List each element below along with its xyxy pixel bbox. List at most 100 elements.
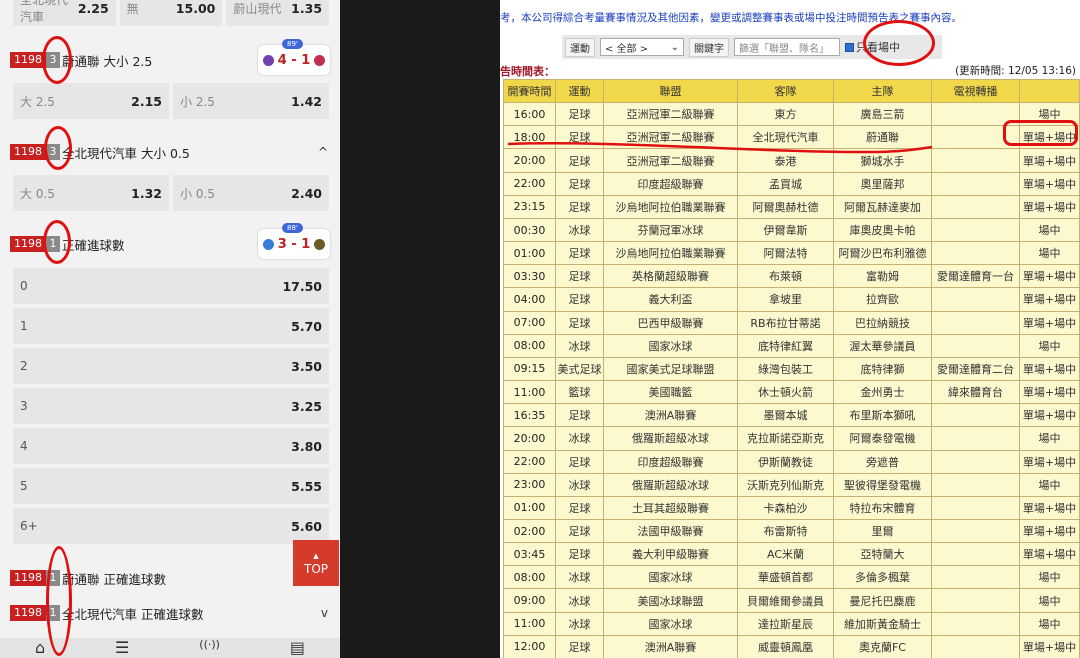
table-cell: 09:15: [503, 356, 556, 382]
team-logo-icon: [262, 238, 274, 250]
chevron-up-icon[interactable]: ^: [318, 145, 328, 159]
table-cell: 單場+場中: [1019, 403, 1080, 428]
correct-goals-option-6plus[interactable]: 6+ 5.60: [13, 508, 329, 544]
table-cell: 拿坡里: [737, 287, 834, 312]
table-cell: [931, 588, 1020, 613]
table-cell: 愛爾達體育二台: [931, 356, 1020, 382]
table-cell: 俄羅斯超級冰球: [603, 426, 738, 451]
market-header-ou25[interactable]: 1198 3 蔚通聯 大小 2.5 89' 4 - 1: [0, 39, 340, 78]
table-cell: 足球: [555, 495, 604, 520]
home-icon[interactable]: ⌂: [35, 638, 45, 657]
under-25-button[interactable]: 小 2.5 1.42: [173, 83, 329, 119]
table-row[interactable]: 20:00 冰球 俄羅斯超級冰球 克拉斯諾亞斯克 阿爾泰發電機 場中: [503, 426, 1080, 451]
correct-goals-option-0[interactable]: 0 17.50: [13, 268, 329, 304]
correct-goals-option-1[interactable]: 1 5.70: [13, 308, 329, 344]
table-row[interactable]: 03:30 足球 英格蘭超級聯賽 布萊頓 富勒姆 愛爾達體育一台 單場+場中: [503, 264, 1080, 289]
market-id-badge: 1198 1: [10, 605, 60, 621]
table-row[interactable]: 04:00 足球 義大利盃 拿坡里 拉齊歐 單場+場中: [503, 287, 1080, 312]
draw-odd-button[interactable]: 無 15.00: [119, 0, 223, 26]
correct-goals-option-5[interactable]: 5 5.55: [13, 468, 329, 504]
table-row[interactable]: 03:45 足球 義大利甲級聯賽 AC米蘭 亞特蘭大 單場+場中: [503, 542, 1080, 567]
table-cell: 威靈頓鳳凰: [737, 634, 834, 658]
correct-goals-option-4[interactable]: 4 3.80: [13, 428, 329, 464]
table-cell: 印度超級聯賽: [603, 449, 738, 474]
annotation-underline: [507, 142, 933, 154]
ou25-odds-row: 大 2.5 2.15 小 2.5 1.42: [13, 83, 329, 119]
table-cell: 單場+場中: [1019, 518, 1080, 544]
market-header-correct-goals[interactable]: 1198 1 正確進球數 88' 3 - 1: [0, 223, 340, 262]
screenshot-root: 全北現代汽車 2.25 無 15.00 蔚山現代 1.35 1198 3 蔚通聯 大小 …: [0, 0, 1080, 658]
table-cell: 22:00: [503, 171, 556, 196]
over-05-button[interactable]: 大 0.5 1.32: [13, 175, 169, 211]
market-header-team2-correct-goals[interactable]: 1198 1 全北現代汽車 正確進球數 v: [0, 595, 340, 631]
table-cell: 阿爾法特: [737, 241, 834, 266]
table-row[interactable]: 11:00 冰球 國家冰球 達拉斯星辰 維加斯黃金騎士 場中: [503, 611, 1080, 636]
table-cell: 國家冰球: [603, 611, 738, 636]
table-cell: 03:45: [503, 542, 556, 567]
table-cell: 03:30: [503, 264, 556, 289]
table-row[interactable]: 12:00 足球 澳洲A聯賽 威靈頓鳳凰 奧克蘭FC 單場+場中: [503, 634, 1080, 658]
table-row[interactable]: 23:15 足球 沙烏地阿拉伯職業聯賽 阿爾奧赫杜德 阿爾瓦赫達麥加 單場+場中: [503, 194, 1080, 219]
back-to-top-button[interactable]: ▲ TOP: [293, 540, 339, 586]
table-cell: 旁遮普: [833, 449, 932, 474]
table-cell: 場中: [1019, 217, 1080, 243]
table-cell: 美式足球: [555, 356, 604, 382]
live-icon[interactable]: ((·)): [199, 638, 220, 651]
correct-goals-option-3[interactable]: 3 3.25: [13, 388, 329, 424]
table-cell: 底特律獅: [833, 356, 932, 382]
table-cell: 足球: [555, 518, 604, 544]
menu-icon[interactable]: ☰: [115, 638, 129, 657]
table-cell: 單場+場中: [1019, 287, 1080, 312]
table-cell: 足球: [555, 264, 604, 289]
table-row[interactable]: 23:00 冰球 俄羅斯超級冰球 沃斯克列仙斯克 聖彼得堡發電機 場中: [503, 472, 1080, 497]
table-cell: 沃斯克列仙斯克: [737, 472, 834, 497]
table-cell: 庫奧皮奧卡帕: [833, 217, 932, 243]
under-05-button[interactable]: 小 0.5 2.40: [173, 175, 329, 211]
table-row[interactable]: 02:00 足球 法國甲級聯賽 布雷斯特 里爾 單場+場中: [503, 518, 1080, 544]
table-cell: 布萊頓: [737, 264, 834, 289]
table-cell: 23:15: [503, 194, 556, 219]
table-cell: 澳洲A聯賽: [603, 403, 738, 428]
table-row[interactable]: 09:15 美式足球 國家美式足球聯盟 綠灣包裝工 底特律獅 愛爾達體育二台 單場+場中: [503, 356, 1080, 382]
chevron-down-icon[interactable]: v: [321, 606, 328, 620]
table-cell: [931, 241, 1020, 266]
table-cell: 場中: [1019, 611, 1080, 636]
table-row[interactable]: 09:00 冰球 美國冰球聯盟 貝爾維爾參議員 曼尼托巴麋鹿 場中: [503, 588, 1080, 613]
table-cell: 聖彼得堡發電機: [833, 472, 932, 497]
table-cell: [931, 611, 1020, 636]
table-cell: 冰球: [555, 426, 604, 451]
table-row[interactable]: 01:00 足球 土耳其超級聯賽 卡森柏沙 特拉布宋體育 單場+場中: [503, 495, 1080, 520]
over-25-button[interactable]: 大 2.5 2.15: [13, 83, 169, 119]
table-row[interactable]: 22:00 足球 印度超級聯賽 伊斯蘭教徒 旁遮普 單場+場中: [503, 449, 1080, 474]
live-score-box: 89' 4 - 1: [258, 39, 330, 75]
table-row[interactable]: 08:00 冰球 國家冰球 底特律紅翼 渥太華參議員 場中: [503, 333, 1080, 358]
table-row[interactable]: 01:00 足球 沙烏地阿拉伯職業聯賽 阿爾法特 阿爾沙巴布利雅德 場中: [503, 241, 1080, 266]
table-cell: 渥太華參議員: [833, 333, 932, 358]
correct-goals-option-2[interactable]: 2 3.50: [13, 348, 329, 384]
table-row[interactable]: 22:00 足球 印度超級聯賽 孟買城 奧里薩邦 單場+場中: [503, 171, 1080, 196]
table-cell: 伊斯蘭教徒: [737, 449, 834, 474]
table-cell: 伊爾韋斯: [737, 217, 834, 243]
table-row[interactable]: 00:30 冰球 芬蘭冠軍冰球 伊爾韋斯 庫奧皮奧卡帕 場中: [503, 217, 1080, 243]
table-row[interactable]: 16:35 足球 澳洲A聯賽 墨爾本城 布里斯本獅吼 單場+場中: [503, 403, 1080, 428]
table-row[interactable]: 11:00 籃球 美國職籃 休士頓火箭 金州勇士 緯來體育台 單場+場中: [503, 380, 1080, 405]
table-cell: 20:00: [503, 426, 556, 451]
market-id-badge: 1198 3: [10, 144, 60, 160]
table-row[interactable]: 07:00 足球 巴西甲級聯賽 RB布拉甘蒂諾 巴拉納競技 單場+場中: [503, 310, 1080, 335]
table-cell: 足球: [555, 634, 604, 658]
table-cell: [931, 171, 1020, 196]
home-odd-button[interactable]: 全北現代汽車 2.25: [13, 0, 116, 26]
market-id-badge: 1198 1: [10, 570, 60, 586]
market-header-ou05[interactable]: 1198 3 全北現代汽車 大小 0.5 ^: [0, 134, 340, 170]
table-cell: 義大利甲級聯賽: [603, 542, 738, 567]
table-cell: 籃球: [555, 380, 604, 405]
match-result-odds-row: 全北現代汽車 2.25 無 15.00 蔚山現代 1.35: [13, 0, 330, 26]
betslip-icon[interactable]: ▤: [290, 638, 305, 657]
table-cell: 孟買城: [737, 171, 834, 196]
away-odd-button[interactable]: 蔚山現代 1.35: [226, 0, 330, 26]
table-row[interactable]: 08:00 冰球 國家冰球 華盛頓首都 多倫多楓葉 場中: [503, 565, 1080, 590]
market-id-badge: 1198 3: [10, 52, 60, 68]
market-header-team-correct-goals[interactable]: 1198 1 蔚通聯 正確進球數: [0, 560, 340, 596]
table-cell: 單場+場中: [1019, 449, 1080, 474]
table-cell: 芬蘭冠軍冰球: [603, 217, 738, 243]
